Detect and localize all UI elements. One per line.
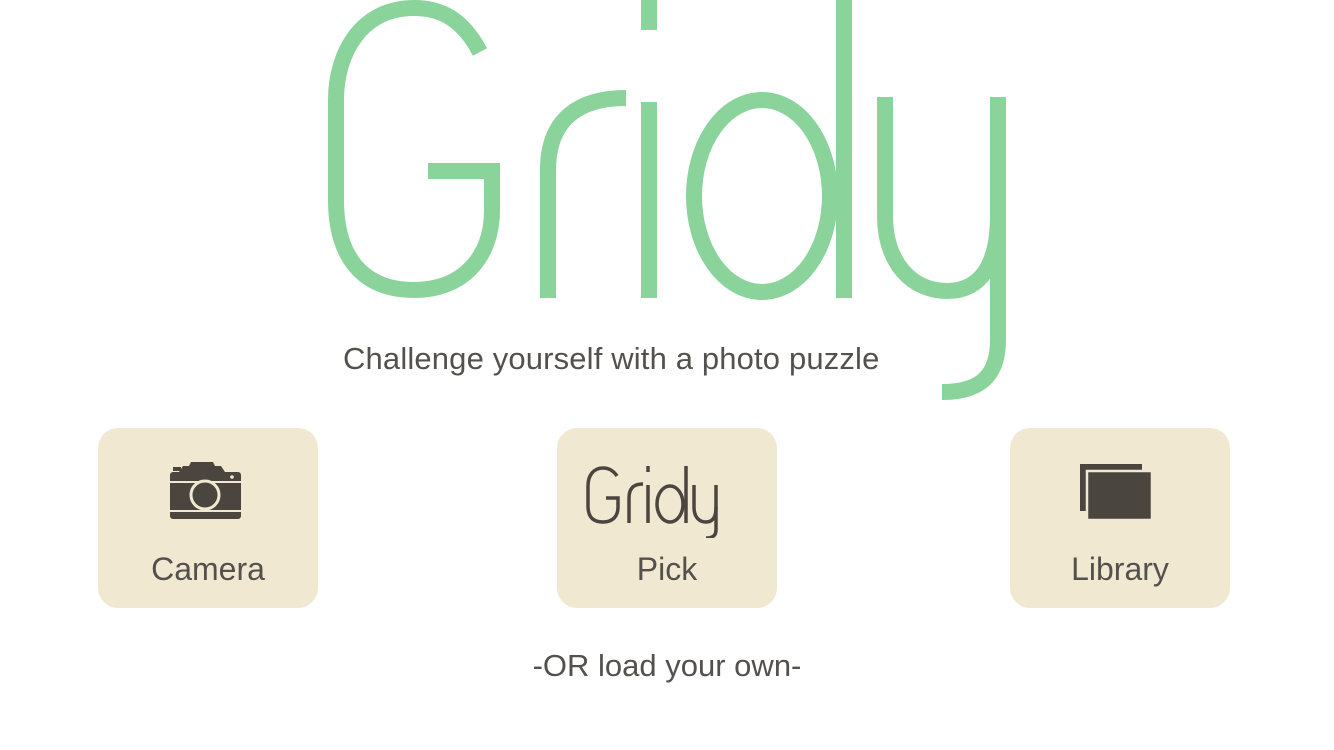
gridy-logo-icon <box>557 428 777 548</box>
load-your-own-text: -OR load your own- <box>532 648 802 683</box>
tagline: Challenge yourself with a photo puzzle <box>343 341 880 376</box>
pick-button[interactable]: Pick <box>557 428 777 608</box>
camera-button[interactable]: Camera <box>98 428 318 608</box>
camera-icon <box>98 428 318 548</box>
photo-library-icon <box>1010 428 1230 548</box>
camera-label: Camera <box>151 551 265 587</box>
library-label: Library <box>1071 551 1169 587</box>
pick-label: Pick <box>636 551 698 587</box>
library-button[interactable]: Library <box>1010 428 1230 608</box>
